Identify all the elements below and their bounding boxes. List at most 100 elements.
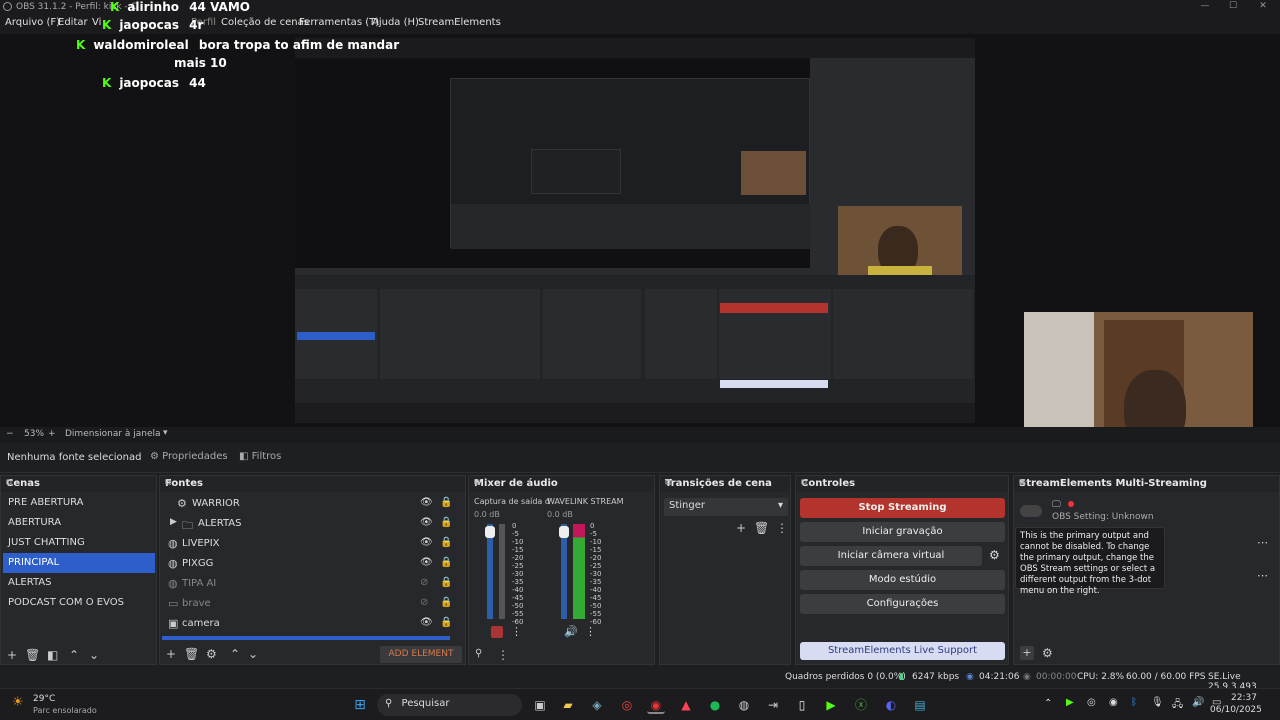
preview-area[interactable]: Kalirinho 44 VAMO Kjaopocas 4r Kwaldomir…	[0, 0, 1280, 472]
weather-temp[interactable]: 29°C	[33, 694, 55, 704]
move-up-icon[interactable]: ⌃	[230, 647, 240, 661]
tray-record-icon[interactable]: ◎	[1087, 697, 1096, 708]
lock-icon[interactable]: 🔒	[440, 497, 452, 508]
trash-icon[interactable]: 🗑	[754, 521, 769, 535]
more-options-icon[interactable]: ⋮	[776, 521, 788, 535]
gear-icon[interactable]: ⚙	[206, 647, 217, 661]
add-element-button[interactable]: ADD ELEMENT	[380, 646, 462, 663]
chevron-right-icon[interactable]: ▶	[170, 517, 177, 527]
eye-hidden-icon[interactable]: ⊘	[420, 577, 428, 588]
close-icon[interactable]: ✕	[1256, 1, 1270, 13]
close-icon[interactable]: ✕	[1019, 478, 1275, 488]
output-toggle[interactable]	[1020, 505, 1042, 517]
kick-icon[interactable]: ▶	[822, 696, 840, 714]
source-item[interactable]: ◍ TIPA AI ⊘ 🔒	[162, 574, 452, 594]
maximize-icon[interactable]: ☐	[1226, 1, 1240, 13]
mute-icon[interactable]	[491, 626, 503, 638]
filters-button[interactable]: ◧ Filtros	[239, 451, 281, 462]
menu-arquivo[interactable]: Arquivo (F)	[5, 17, 60, 28]
trash-icon[interactable]: 🗑	[184, 647, 199, 661]
more-options-icon[interactable]: ⋯	[1257, 536, 1268, 549]
mic-icon[interactable]: 🎙	[1151, 697, 1164, 708]
popout-icon[interactable]: ⧉	[6, 478, 152, 488]
wavelink-icon[interactable]: ◍	[735, 696, 753, 714]
discord-icon[interactable]: ◐	[882, 696, 900, 714]
move-down-icon[interactable]: ⌄	[248, 647, 258, 661]
popout-icon[interactable]: ⧉	[474, 478, 650, 488]
more-options-icon[interactable]: ⋮	[585, 625, 596, 638]
zoom-out-button[interactable]: −	[6, 429, 14, 439]
eye-icon[interactable]: 👁	[420, 517, 433, 528]
scene-item[interactable]: ABERTURA	[3, 513, 155, 533]
lock-icon[interactable]: 🔒	[440, 517, 452, 528]
document-icon[interactable]: ▯	[793, 696, 811, 714]
start-recording-button[interactable]: Iniciar gravação	[800, 522, 1005, 542]
eye-icon[interactable]: 👁	[420, 557, 433, 568]
scene-item-selected[interactable]: PRINCIPAL	[3, 553, 155, 573]
volume-slider-handle[interactable]	[559, 526, 569, 538]
notes-icon[interactable]: ▤	[911, 696, 929, 714]
tray-app-icon[interactable]: ◉	[1109, 697, 1118, 708]
menu-editar[interactable]: Editar	[58, 17, 88, 28]
tray-kick-icon[interactable]: ▶	[1066, 697, 1074, 708]
add-output-button[interactable]: +	[1020, 646, 1034, 660]
eye-icon[interactable]: 👁	[420, 497, 433, 508]
network-icon[interactable]: 🖧	[1172, 697, 1183, 714]
weather-icon[interactable]: ☀	[12, 695, 24, 710]
lock-icon[interactable]: 🔒	[440, 617, 452, 628]
scene-item[interactable]: PODCAST COM O EVOS	[3, 593, 155, 613]
menu-streamelements[interactable]: StreamElements	[418, 17, 501, 28]
more-options-icon[interactable]: ⋯	[1257, 569, 1268, 582]
transition-select[interactable]: Stinger ▾	[664, 498, 788, 516]
zoom-in-button[interactable]: +	[48, 429, 56, 439]
fit-window-button[interactable]: Dimensionar à janela	[65, 429, 161, 439]
spotify-icon[interactable]: ●	[706, 696, 724, 714]
xbox-icon[interactable]: ⓧ	[852, 696, 870, 714]
move-down-icon[interactable]: ⌄	[89, 648, 99, 662]
source-item[interactable]: ⚙ WARRIOR 👁 🔒	[162, 494, 452, 514]
source-item[interactable]: ◍ PIXGG 👁 🔒	[162, 554, 452, 574]
stop-streaming-button[interactable]: Stop Streaming	[800, 498, 1005, 518]
add-scene-button[interactable]: +	[7, 648, 17, 662]
virtual-camera-button[interactable]: Iniciar câmera virtual	[800, 546, 982, 566]
chevron-down-icon[interactable]: ▾	[163, 428, 168, 438]
link-icon[interactable]: ⚲	[475, 648, 482, 659]
source-item[interactable]: ▣ camera 👁 🔒	[162, 614, 452, 634]
eye-icon[interactable]: 👁	[420, 537, 433, 548]
eye-icon[interactable]: 👁	[420, 617, 433, 628]
steam-icon[interactable]: ◈	[588, 696, 606, 714]
volume-icon[interactable]: 🔊	[1192, 697, 1204, 708]
popout-icon[interactable]: ⧉	[801, 478, 1004, 488]
menu-colecao-cenas[interactable]: Coleção de cenas	[221, 17, 309, 28]
brave-icon[interactable]: ▲	[677, 696, 695, 714]
speaker-icon[interactable]: 🔊	[564, 625, 578, 638]
menu-exibir[interactable]: Vi	[92, 17, 101, 28]
source-item[interactable]: ▶ 🗀 ALERTAS 👁 🔒	[162, 514, 452, 534]
properties-button[interactable]: ⚙ Propriedades	[150, 451, 228, 462]
weather-desc[interactable]: Parc ensolarado	[33, 706, 97, 715]
menu-ferramentas[interactable]: Ferramentas (T)	[299, 17, 379, 28]
chevron-up-icon[interactable]: ⌃	[1044, 698, 1052, 709]
trash-icon[interactable]: 🗑	[25, 648, 40, 662]
gear-icon[interactable]: ⚙	[989, 548, 1000, 562]
bluetooth-icon[interactable]: ᛒ	[1131, 697, 1137, 708]
studio-mode-button[interactable]: Modo estúdio	[800, 570, 1005, 590]
windows-start-icon[interactable]: ⊞	[351, 696, 369, 714]
clock-date[interactable]: 06/10/2025	[1210, 705, 1262, 715]
preview-canvas[interactable]	[295, 38, 975, 423]
more-options-icon[interactable]: ⋮	[511, 625, 522, 638]
settings-button[interactable]: Configurações	[800, 594, 1005, 614]
minimize-icon[interactable]: —	[1198, 1, 1212, 13]
lock-icon[interactable]: 🔒	[440, 597, 452, 608]
chrome-icon[interactable]: ◎	[618, 696, 636, 714]
live-support-button[interactable]: StreamElements Live Support	[800, 642, 1005, 660]
scene-item[interactable]: JUST CHATTING	[3, 533, 155, 553]
more-options-icon[interactable]: ⋮	[497, 648, 509, 662]
lock-icon[interactable]: 🔒	[440, 557, 452, 568]
volume-slider-handle[interactable]	[485, 526, 495, 538]
popout-icon[interactable]: ⧉	[165, 478, 461, 488]
filter-icon[interactable]: ◧	[47, 648, 58, 662]
lock-icon[interactable]: 🔒	[440, 537, 452, 548]
app-icon[interactable]: ⇥	[764, 696, 782, 714]
scene-item[interactable]: ALERTAS	[3, 573, 155, 593]
